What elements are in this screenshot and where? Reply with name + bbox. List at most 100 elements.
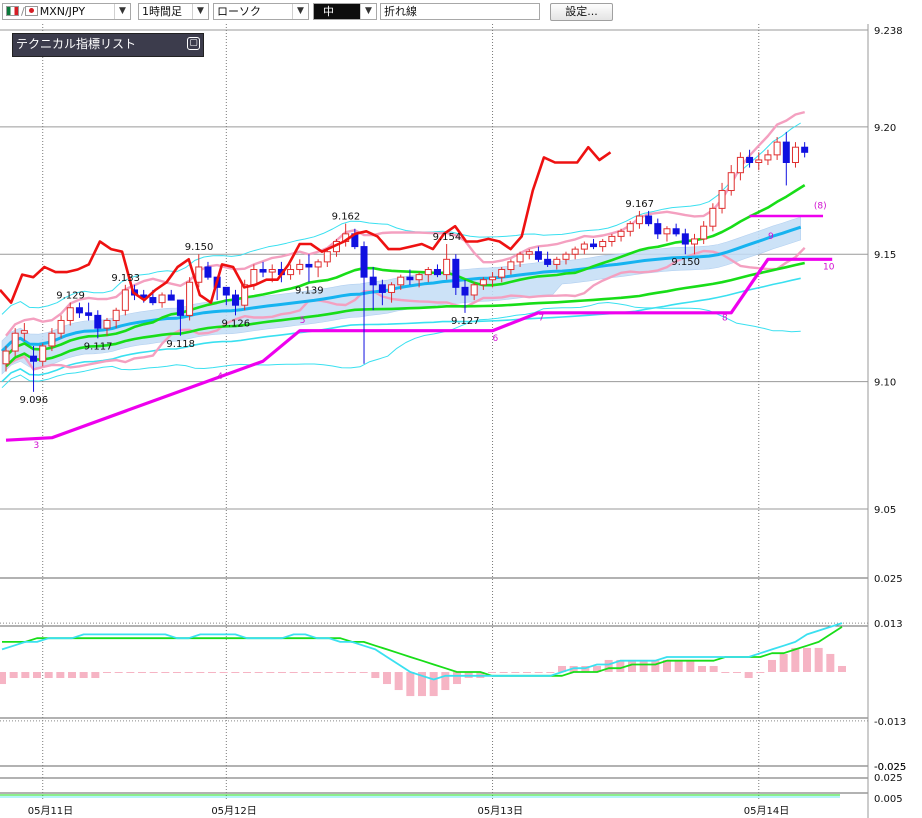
candle-body — [635, 215, 643, 225]
trend-count-label: 9 — [768, 232, 774, 242]
candle-body — [553, 258, 561, 265]
macd-histogram-bar — [278, 672, 286, 673]
candle-body — [85, 312, 93, 316]
macd-histogram-bar — [68, 672, 76, 679]
y-tick-label: -0.013 — [874, 717, 906, 728]
candle-body — [645, 215, 653, 225]
candle-body — [204, 266, 212, 278]
candle-body — [176, 299, 184, 316]
macd-histogram-bar — [686, 659, 695, 672]
macd-histogram-bar — [768, 659, 776, 672]
macd-histogram-bar — [126, 672, 135, 673]
macd-histogram-bar — [33, 672, 41, 679]
candle-body — [718, 190, 726, 209]
price-annotation-label: 9.117 — [84, 341, 113, 352]
candle-body — [268, 269, 276, 273]
macd-histogram-bar — [243, 672, 251, 673]
price-annotation-label: 9.096 — [20, 395, 49, 406]
macd-histogram-bar — [254, 672, 263, 673]
candle-body — [736, 156, 744, 174]
macd-histogram-bar — [779, 653, 788, 672]
candle-body — [681, 233, 689, 245]
macd-histogram-bar — [348, 672, 356, 673]
candle-body — [801, 146, 809, 153]
candle-body — [94, 314, 102, 329]
macd-histogram-bar — [91, 672, 100, 679]
y-tick-label: 0.025 — [874, 773, 903, 784]
candle-body — [48, 332, 56, 347]
candle-body — [691, 238, 698, 245]
y-tick-label: 9.20 — [874, 123, 896, 134]
macd-histogram-bar — [266, 672, 275, 673]
macd-histogram-bar — [79, 672, 88, 679]
candle-body — [443, 258, 451, 276]
candle-body — [672, 228, 680, 235]
candle-body — [149, 297, 157, 304]
price-annotation-label: 9.127 — [451, 316, 480, 327]
candle-body — [746, 156, 754, 163]
candle-body — [158, 294, 166, 304]
macd-histogram-bar — [814, 647, 823, 672]
candle-body — [489, 276, 497, 281]
price-annotation-label: 9.129 — [56, 291, 85, 302]
macd-histogram-bar — [0, 672, 6, 685]
candle-body — [388, 284, 396, 293]
trend-count-label: 8 — [722, 313, 728, 323]
price-annotation-label: 9.126 — [222, 318, 251, 329]
candle-body — [103, 319, 111, 329]
macd-histogram-bar — [383, 672, 391, 685]
candle-body — [544, 258, 552, 265]
y-tick-label: 0.005 — [874, 794, 903, 805]
macd-histogram-bar — [791, 647, 800, 672]
macd-histogram-bar — [394, 672, 403, 691]
trend-count-label: (8) — [814, 201, 827, 211]
candle-body — [590, 243, 598, 248]
macd-histogram-bar — [523, 672, 531, 673]
minimize-icon[interactable]: ▢ — [187, 37, 200, 50]
candle-body — [369, 276, 377, 286]
macd-histogram-bar — [313, 672, 321, 673]
candle-body — [30, 355, 38, 362]
macd-histogram-bar — [184, 672, 193, 673]
candle-body — [397, 276, 405, 286]
macd-histogram-bar — [826, 653, 835, 672]
candle-body — [782, 141, 790, 164]
price-annotation-label: 9.133 — [111, 273, 140, 284]
y-tick-label: 0.025 — [874, 574, 903, 585]
candle-body — [608, 235, 616, 242]
price-annotation-label: 9.150 — [671, 257, 700, 268]
candle-body — [250, 269, 258, 286]
macd-histogram-bar — [534, 672, 543, 673]
macd-histogram-bar — [453, 672, 461, 685]
candle-body — [415, 274, 423, 281]
candle-body — [727, 172, 735, 192]
candle-body — [222, 286, 230, 296]
macd-histogram-bar — [604, 659, 613, 672]
macd-histogram-bar — [546, 672, 555, 673]
price-annotation-label: 9.139 — [295, 285, 324, 296]
candle-body — [167, 294, 175, 301]
trend-count-label: 10 — [823, 263, 835, 273]
macd-histogram-bar — [138, 672, 146, 673]
macd-histogram-bar — [406, 672, 415, 697]
candle-body — [39, 345, 47, 362]
candle-body — [580, 243, 588, 250]
macd-histogram-bar — [21, 672, 30, 679]
candle-body — [75, 307, 83, 314]
candle-body — [507, 261, 515, 271]
price-annotation-label: 9.162 — [332, 212, 361, 223]
candle-body — [791, 146, 799, 163]
candle-body — [764, 154, 772, 161]
macd-histogram-bar — [639, 659, 648, 672]
macd-histogram-bar — [698, 665, 706, 672]
x-tick-label: 05月11日 — [28, 805, 73, 817]
indicator-list-panel[interactable]: テクニカル指標リスト ▢ — [12, 33, 204, 57]
macd-histogram-bar — [9, 672, 18, 679]
candle-body — [360, 246, 368, 278]
macd-histogram-bar — [756, 672, 765, 673]
macd-histogram-bar — [441, 672, 450, 691]
macd-histogram-bar — [359, 672, 368, 673]
candle-body — [654, 223, 662, 235]
macd-histogram-bar — [196, 672, 205, 673]
macd-histogram-bar — [219, 672, 228, 673]
